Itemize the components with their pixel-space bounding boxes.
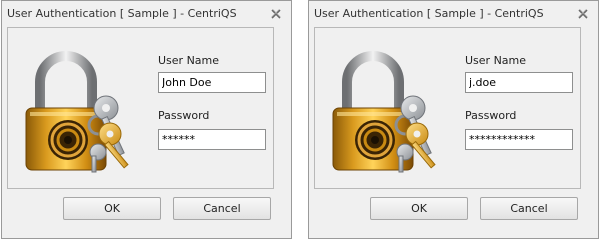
password-label: Password [465, 109, 517, 122]
password-label: Password [158, 109, 210, 122]
password-input[interactable] [158, 129, 266, 150]
padlock-with-keys-icon [25, 51, 129, 173]
auth-dialog-1: User Authentication [ Sample ] - CentriQ… [1, 0, 292, 239]
ok-button[interactable]: OK [63, 197, 161, 220]
window-title: User Authentication [ Sample ] - CentriQ… [314, 7, 544, 20]
title-bar: User Authentication [ Sample ] - CentriQ… [2, 1, 291, 27]
close-icon[interactable] [269, 7, 283, 21]
username-label: User Name [465, 54, 527, 67]
padlock-with-keys-icon [332, 51, 436, 173]
cancel-button[interactable]: Cancel [480, 197, 578, 220]
username-label: User Name [158, 54, 220, 67]
ok-button[interactable]: OK [370, 197, 468, 220]
username-input[interactable] [465, 72, 573, 93]
credentials-panel: User Name Password [7, 27, 274, 189]
title-bar: User Authentication [ Sample ] - CentriQ… [309, 1, 598, 27]
password-input[interactable] [465, 129, 573, 150]
cancel-button[interactable]: Cancel [173, 197, 271, 220]
username-input[interactable] [158, 72, 266, 93]
close-icon[interactable] [576, 7, 590, 21]
credentials-panel: User Name Password [314, 27, 581, 189]
window-title: User Authentication [ Sample ] - CentriQ… [7, 7, 237, 20]
auth-dialog-2: User Authentication [ Sample ] - CentriQ… [308, 0, 599, 239]
